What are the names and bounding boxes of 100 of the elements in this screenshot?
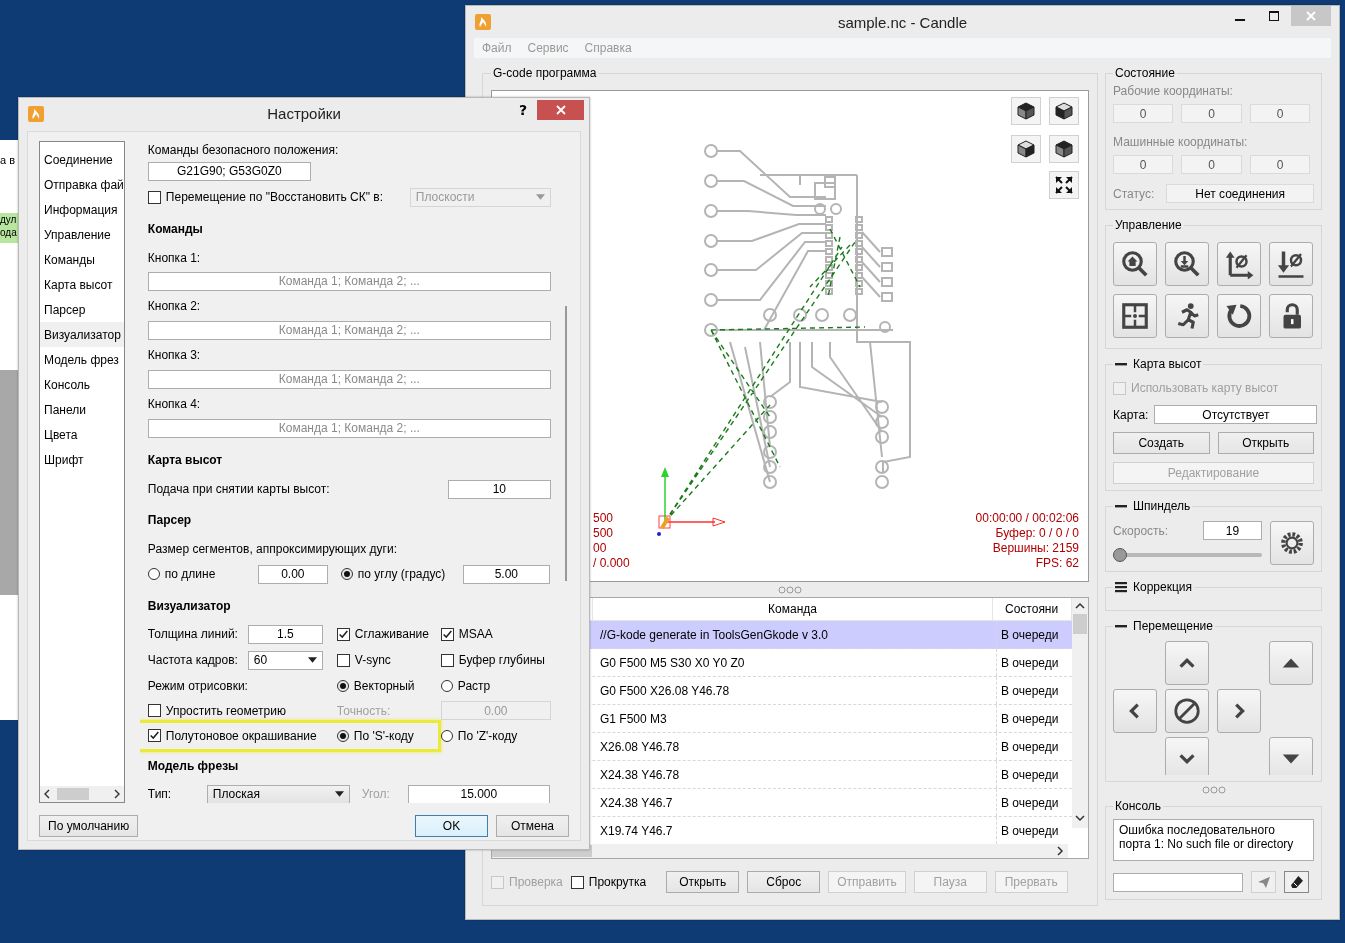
nav-item[interactable]: Визуализатор xyxy=(40,322,124,347)
nav-item[interactable]: Карта высот xyxy=(40,272,124,297)
table-cell-text: X24.38 Y46.7 xyxy=(599,794,674,812)
line-width-field[interactable]: 1.5 xyxy=(247,624,323,644)
radio-button[interactable]: Векторный xyxy=(336,676,441,695)
probe-search-icon xyxy=(1172,249,1202,279)
command-field[interactable]: Команда 1; Команда 2; ... xyxy=(147,271,551,291)
radio-button[interactable]: По 'S'-коду xyxy=(336,726,441,745)
z-down-button[interactable] xyxy=(1269,737,1313,775)
crosshair-icon xyxy=(1120,301,1150,331)
command-field[interactable]: Команда 1; Команда 2; ... xyxy=(147,418,551,438)
nav-item[interactable]: Информация xyxy=(40,197,124,222)
ok-button[interactable]: OK xyxy=(415,815,488,837)
restore-checkbox[interactable]: Перемещение по "Восстановить СК" в: xyxy=(147,188,384,206)
checkbox[interactable]: Полутоновое окрашивание xyxy=(147,726,337,745)
tool-type-dropdown[interactable]: Плоская xyxy=(206,784,350,803)
toolbar-button[interactable]: Сброс xyxy=(747,871,821,893)
view-button[interactable] xyxy=(1011,135,1041,163)
panel-button[interactable]: Создать xyxy=(1113,432,1210,454)
overlay-text: 500 xyxy=(593,526,615,541)
field-label: Статус: xyxy=(1113,185,1155,203)
zero-xy-button[interactable] xyxy=(1217,242,1261,286)
probe-button[interactable] xyxy=(1165,242,1209,286)
toolbar-button[interactable]: Открыть xyxy=(666,871,740,893)
nav-item[interactable]: Отправка фай xyxy=(40,172,124,197)
field-label: Рабочие координаты: xyxy=(1113,83,1234,100)
checkmark-icon xyxy=(441,628,453,640)
speed-field[interactable]: 19 xyxy=(1203,521,1262,540)
tool-angle-field[interactable]: 15.000 xyxy=(407,784,550,803)
defaults-button[interactable]: По умолчанию xyxy=(39,815,139,837)
checkbox[interactable]: MSAA xyxy=(440,625,493,643)
splitter-handle-icon[interactable] xyxy=(778,585,802,594)
jog-left-button[interactable] xyxy=(1113,689,1157,733)
stop-button[interactable] xyxy=(1165,689,1209,733)
panel-button[interactable]: Открыть xyxy=(1217,432,1314,454)
coordinate-field: 0 xyxy=(1113,104,1173,123)
jog-down-button[interactable] xyxy=(1165,737,1209,775)
zero-z-button[interactable] xyxy=(1269,242,1313,286)
jog-up-button[interactable] xyxy=(1165,641,1209,685)
table-cell-text: X26.08 Y46.78 xyxy=(599,738,681,756)
home-search-icon xyxy=(1120,249,1150,279)
fit-view-button[interactable] xyxy=(1049,171,1079,199)
view-button[interactable] xyxy=(1049,135,1079,163)
send-button[interactable] xyxy=(1251,871,1276,893)
radio-button[interactable]: по углу (градус) xyxy=(340,565,463,583)
run-button[interactable] xyxy=(1165,294,1209,338)
unlock-button[interactable] xyxy=(1269,294,1313,338)
command-field[interactable]: Команда 1; Команда 2; ... xyxy=(147,320,551,340)
field-label: Угол: xyxy=(361,787,391,801)
nav-item[interactable]: Парсер xyxy=(40,297,124,322)
home-button[interactable] xyxy=(1113,242,1157,286)
command-field[interactable]: Команда 1; Команда 2; ... xyxy=(147,369,551,389)
speed-slider[interactable] xyxy=(1113,548,1262,562)
view-button[interactable] xyxy=(1011,97,1041,125)
coordinate-field: 0 xyxy=(1181,155,1242,174)
jog-right-button[interactable] xyxy=(1217,689,1261,733)
length-field[interactable]: 0.00 xyxy=(257,564,328,584)
clear-button[interactable] xyxy=(1284,871,1309,893)
checkbox[interactable]: Прокрутка xyxy=(570,873,647,891)
menu-icon[interactable] xyxy=(1115,581,1127,593)
vertical-scrollbar[interactable] xyxy=(1072,598,1088,828)
radio-button[interactable]: по длине xyxy=(147,565,258,583)
nav-item[interactable]: Панели xyxy=(40,397,124,422)
horizontal-scrollbar[interactable] xyxy=(492,844,1068,858)
checkbox[interactable]: Упростить геометрию xyxy=(147,701,337,720)
axes-zero-icon xyxy=(1224,249,1254,279)
command-field[interactable] xyxy=(1113,872,1243,892)
close-button[interactable] xyxy=(537,100,584,120)
safe-position-field[interactable]: G21G90; G53G0Z0 xyxy=(147,161,311,181)
nav-item[interactable]: Шрифт xyxy=(40,447,124,472)
field-label: Тип: xyxy=(147,787,173,801)
field-label: Команды безопасного положения: xyxy=(147,141,340,158)
map-field[interactable]: Отсутствует xyxy=(1154,405,1318,424)
feed-field[interactable]: 10 xyxy=(447,479,551,499)
reset-button[interactable] xyxy=(1217,294,1261,338)
nav-item[interactable]: Соединение xyxy=(40,147,124,172)
checkbox[interactable]: V-sync xyxy=(336,651,441,669)
nav-item[interactable]: Консоль xyxy=(40,372,124,397)
spindle-button[interactable] xyxy=(1270,521,1314,565)
radio-button[interactable]: Растр xyxy=(440,676,491,695)
splitter-handle-icon[interactable] xyxy=(1201,785,1226,794)
view-button[interactable] xyxy=(1049,97,1079,125)
checkbox[interactable]: Сглаживание xyxy=(336,625,441,643)
section-title: Модель фрезы xyxy=(147,758,240,775)
cancel-button[interactable]: Отмена xyxy=(496,815,569,837)
fps-dropdown[interactable]: 60 xyxy=(247,650,323,670)
status-field: Нет соединения xyxy=(1166,184,1314,203)
nav-item[interactable]: Команды xyxy=(40,247,124,272)
column-header[interactable]: Команда xyxy=(593,598,993,620)
overlay-text: Буфер: 0 / 0 / 0 xyxy=(994,526,1079,541)
z-up-button[interactable] xyxy=(1269,641,1313,685)
angle-field[interactable]: 5.00 xyxy=(462,564,550,584)
help-button[interactable]: ? xyxy=(509,100,537,120)
nav-item[interactable]: Модель фрез xyxy=(40,347,124,372)
expand-arrows-icon xyxy=(1054,175,1074,195)
horizontal-scrollbar[interactable] xyxy=(40,786,124,802)
nav-item[interactable]: Цвета xyxy=(40,422,124,447)
nav-item[interactable]: Управление xyxy=(40,222,124,247)
center-button[interactable] xyxy=(1113,294,1157,338)
app-icon xyxy=(475,14,491,30)
